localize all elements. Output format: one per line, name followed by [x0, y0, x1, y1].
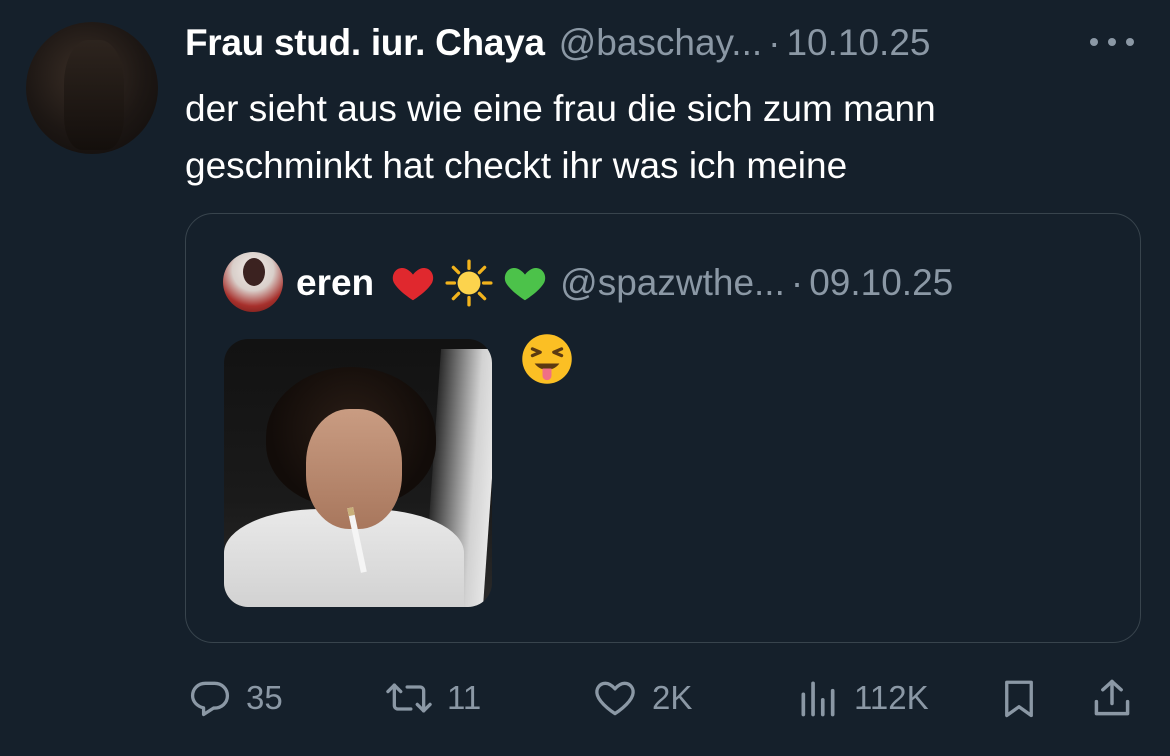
retweet-button[interactable]: 11: [385, 670, 481, 726]
tweet-text: der sieht aus wie eine frau die sich zum…: [185, 88, 936, 186]
reply-button[interactable]: 35: [188, 670, 283, 726]
quoted-tweet-text: [520, 332, 574, 386]
tweet-header: Frau stud. iur. Chaya @baschay... · 10.1…: [185, 20, 931, 66]
author-avatar[interactable]: [26, 22, 158, 154]
quoted-separator-dot: ·: [790, 262, 804, 303]
bookmark-icon: [1005, 680, 1033, 718]
like-count: 2K: [652, 679, 693, 716]
views-count: 112K: [854, 679, 929, 716]
red-heart-emoji: [392, 268, 434, 301]
tweet-date[interactable]: 10.10.25: [786, 20, 930, 66]
share-button[interactable]: [1090, 670, 1134, 726]
views-button[interactable]: 112K: [796, 670, 929, 726]
retweet-icon: [386, 683, 432, 713]
reply-count: 35: [246, 679, 283, 716]
share-icon: [1094, 679, 1130, 716]
more-horizontal-icon[interactable]: [1090, 32, 1134, 52]
tweet-actions-bar: 35 11 2K 112K: [0, 670, 1170, 726]
heart-icon: [595, 681, 635, 716]
quoted-author-name[interactable]: eren: [296, 262, 374, 304]
author-name[interactable]: Frau stud. iur. Chaya: [185, 20, 545, 66]
quoted-tweet-header: eren @spazwthe... · 09.10.25: [296, 252, 953, 314]
retweet-count: 11: [447, 679, 482, 716]
squinting-face-with-tongue-emoji: [522, 334, 572, 384]
sun-emoji: [445, 259, 493, 307]
quoted-tweet-card[interactable]: eren @spazwthe... · 09.10.25: [185, 213, 1141, 643]
reply-icon: [190, 681, 230, 717]
like-button[interactable]: 2K: [592, 670, 692, 726]
green-heart-emoji: [504, 268, 546, 301]
author-handle[interactable]: @baschay...: [559, 20, 762, 66]
views-bar-chart-icon: [801, 681, 835, 717]
name-emojis: [390, 258, 548, 308]
quoted-author-handle[interactable]: @spazwthe...: [560, 262, 785, 304]
quoted-tweet-date[interactable]: 09.10.25: [809, 262, 953, 304]
bookmark-button[interactable]: [998, 670, 1040, 726]
quoted-author-avatar[interactable]: [223, 252, 283, 312]
separator-dot: ·: [768, 22, 781, 63]
quoted-tweet-photo[interactable]: [224, 339, 492, 607]
